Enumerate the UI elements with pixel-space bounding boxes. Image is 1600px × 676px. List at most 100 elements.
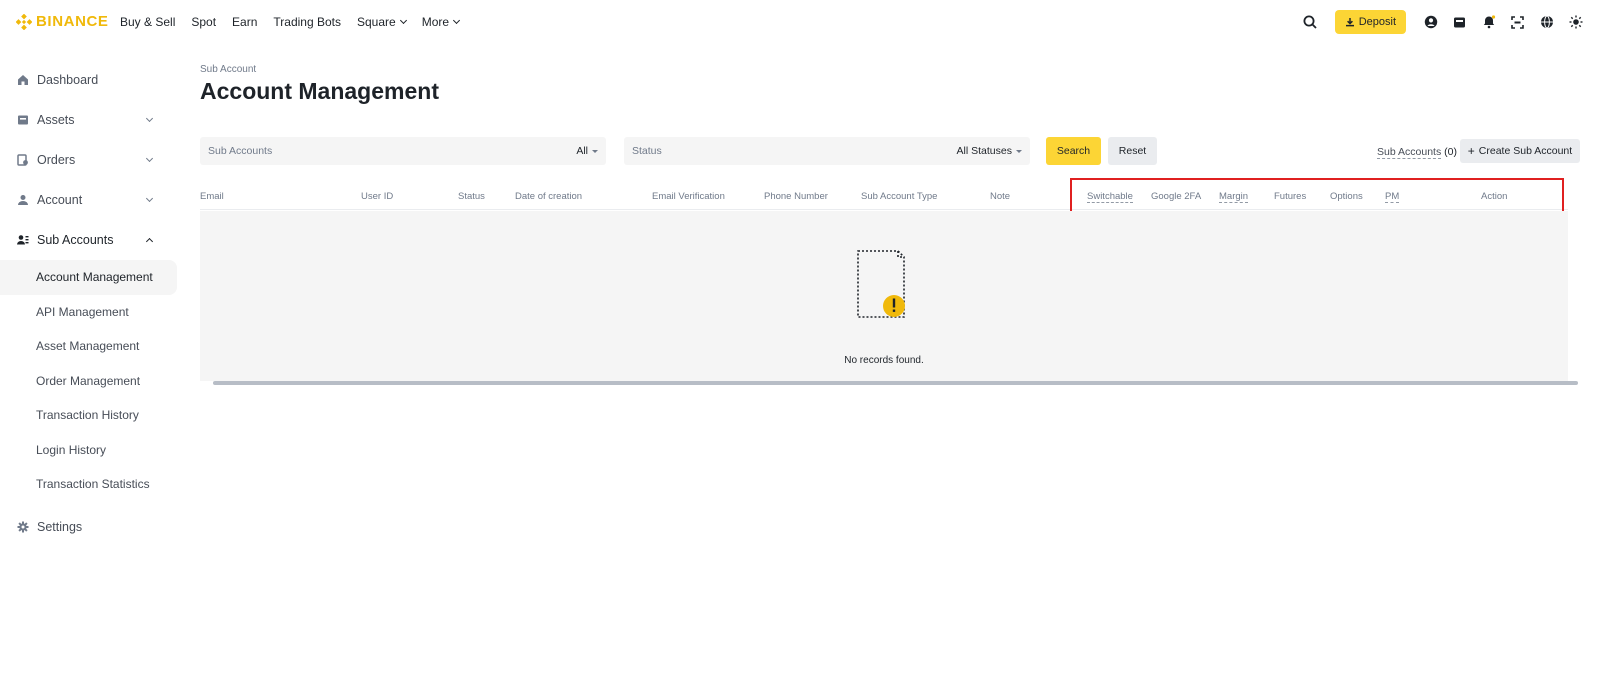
- sidebar-subitem-order-management[interactable]: Order Management: [0, 364, 178, 399]
- user-icon[interactable]: [1416, 8, 1445, 37]
- sub-accounts-count: Sub Accounts (0): [1377, 146, 1457, 159]
- nav-label: Earn: [232, 15, 258, 29]
- chevron-down-icon: [145, 114, 154, 123]
- top-navbar: BINANCE Buy & Sell Spot Earn Trading Bot…: [0, 0, 1600, 44]
- sub-accounts-filter[interactable]: Sub Accounts All: [200, 137, 606, 165]
- col-label: Status: [458, 191, 485, 202]
- filter-value-text: All Statuses: [956, 145, 1012, 157]
- download-icon: [1345, 18, 1354, 27]
- col-label: Email Verification: [652, 191, 725, 202]
- sidebar-item-label: Sub Accounts: [37, 233, 114, 247]
- col-label: Email: [200, 191, 224, 202]
- search-button[interactable]: Search: [1046, 137, 1101, 165]
- brand-name: BINANCE: [36, 13, 109, 30]
- binance-logo[interactable]: BINANCE: [16, 13, 109, 30]
- breadcrumb[interactable]: Sub Account: [200, 64, 256, 75]
- nav-label: More: [421, 15, 450, 29]
- col-status: Status: [458, 191, 485, 202]
- caret-down-icon: [592, 149, 598, 153]
- sidebar-item-orders[interactable]: Orders: [0, 140, 178, 180]
- nav-earn[interactable]: Earn: [232, 15, 257, 29]
- chevron-down-icon: [399, 16, 407, 25]
- col-label: User ID: [361, 191, 394, 202]
- chevron-down-icon: [145, 154, 154, 163]
- home-icon: [17, 74, 29, 86]
- create-sub-account-button[interactable]: + Create Sub Account: [1460, 139, 1580, 163]
- person-icon: [17, 194, 29, 206]
- sidebar-item-label: Account: [37, 193, 83, 207]
- highlight-box: [1070, 178, 1564, 214]
- binance-logo-icon: [16, 13, 32, 30]
- deposit-label: Deposit: [1358, 16, 1396, 28]
- sidebar-item-assets[interactable]: Assets: [0, 100, 178, 140]
- nav-more[interactable]: More: [421, 15, 461, 29]
- sub-accounts-count-label[interactable]: Sub Accounts: [1377, 146, 1442, 159]
- horizontal-scrollbar[interactable]: [213, 381, 1578, 385]
- sub-accounts-count-value: (0): [1444, 146, 1457, 158]
- table-body: No records found.: [200, 211, 1568, 381]
- sidebar-subitem-transaction-statistics[interactable]: Transaction Statistics: [0, 467, 178, 502]
- nav-label: Square: [357, 15, 396, 29]
- wallet-icon[interactable]: [1445, 8, 1474, 37]
- create-sub-account-label: Create Sub Account: [1478, 145, 1573, 157]
- col-label: Sub Account Type: [861, 191, 938, 202]
- status-filter[interactable]: Status All Statuses: [624, 137, 1030, 165]
- filter-value-text: All: [576, 145, 588, 157]
- sidebar: Dashboard Assets Orders Account Sub Acco…: [0, 60, 178, 547]
- col-label: Date of creation: [515, 191, 583, 202]
- col-date-of-creation: Date of creation: [515, 191, 582, 202]
- nav-label: Trading Bots: [273, 15, 341, 29]
- sidebar-item-sub-accounts[interactable]: Sub Accounts: [0, 220, 178, 260]
- header-actions: Deposit: [1296, 0, 1600, 44]
- theme-icon[interactable]: [1561, 8, 1590, 37]
- col-note: Note: [990, 191, 1010, 202]
- bell-icon[interactable]: [1474, 8, 1503, 37]
- sidebar-item-settings[interactable]: Settings: [0, 507, 178, 547]
- nav-trading-bots[interactable]: Trading Bots: [273, 15, 341, 29]
- col-label: Phone Number: [764, 191, 828, 202]
- deposit-button[interactable]: Deposit: [1334, 10, 1406, 34]
- sidebar-subitem-label: API Management: [36, 304, 129, 319]
- page-title: Account Management: [200, 78, 439, 104]
- col-user-id: User ID: [361, 191, 393, 202]
- col-sub-account-type: Sub Account Type: [861, 191, 937, 202]
- sidebar-subitem-login-history[interactable]: Login History: [0, 433, 178, 468]
- sidebar-subitem-label: Order Management: [36, 373, 141, 388]
- nav-spot[interactable]: Spot: [191, 15, 216, 29]
- empty-document-warning-icon: [857, 250, 905, 318]
- nav-label: Buy & Sell: [120, 15, 176, 29]
- col-email: Email: [200, 191, 224, 202]
- sidebar-item-label: Dashboard: [37, 73, 99, 87]
- search-icon[interactable]: [1296, 8, 1325, 37]
- col-label: Note: [990, 191, 1011, 202]
- orders-icon: [17, 154, 29, 166]
- col-phone-number: Phone Number: [764, 191, 828, 202]
- main-nav: Buy & Sell Spot Earn Trading Bots Square…: [120, 0, 475, 44]
- status-filter-placeholder: Status: [632, 145, 662, 157]
- sidebar-subitem-label: Transaction Statistics: [36, 477, 150, 492]
- sidebar-subitem-asset-management[interactable]: Asset Management: [0, 329, 178, 364]
- globe-icon[interactable]: [1532, 8, 1561, 37]
- sidebar-subitem-transaction-history[interactable]: Transaction History: [0, 398, 178, 433]
- col-email-verification: Email Verification: [652, 191, 725, 202]
- reset-button[interactable]: Reset: [1108, 137, 1157, 165]
- sidebar-subitem-api-management[interactable]: API Management: [0, 295, 178, 330]
- nav-square[interactable]: Square: [357, 15, 407, 29]
- chevron-up-icon: [145, 237, 154, 246]
- chevron-down-icon: [453, 16, 461, 25]
- sidebar-item-label: Settings: [37, 519, 83, 534]
- empty-state-text: No records found.: [844, 355, 924, 366]
- sidebar-item-label: Assets: [37, 113, 75, 127]
- plus-icon: +: [1467, 144, 1475, 158]
- sidebar-subitem-label: Login History: [36, 442, 107, 457]
- sidebar-subitem-account-management[interactable]: Account Management: [0, 260, 177, 295]
- chevron-down-icon: [145, 194, 154, 203]
- nav-buy-sell[interactable]: Buy & Sell: [120, 15, 175, 29]
- sidebar-item-dashboard[interactable]: Dashboard: [0, 60, 178, 100]
- sidebar-item-label: Orders: [37, 153, 76, 167]
- sub-accounts-filter-value: All: [576, 145, 598, 157]
- nav-label: Spot: [191, 15, 217, 29]
- scan-icon[interactable]: [1503, 8, 1532, 37]
- sidebar-item-account[interactable]: Account: [0, 180, 178, 220]
- gear-icon: [17, 521, 29, 533]
